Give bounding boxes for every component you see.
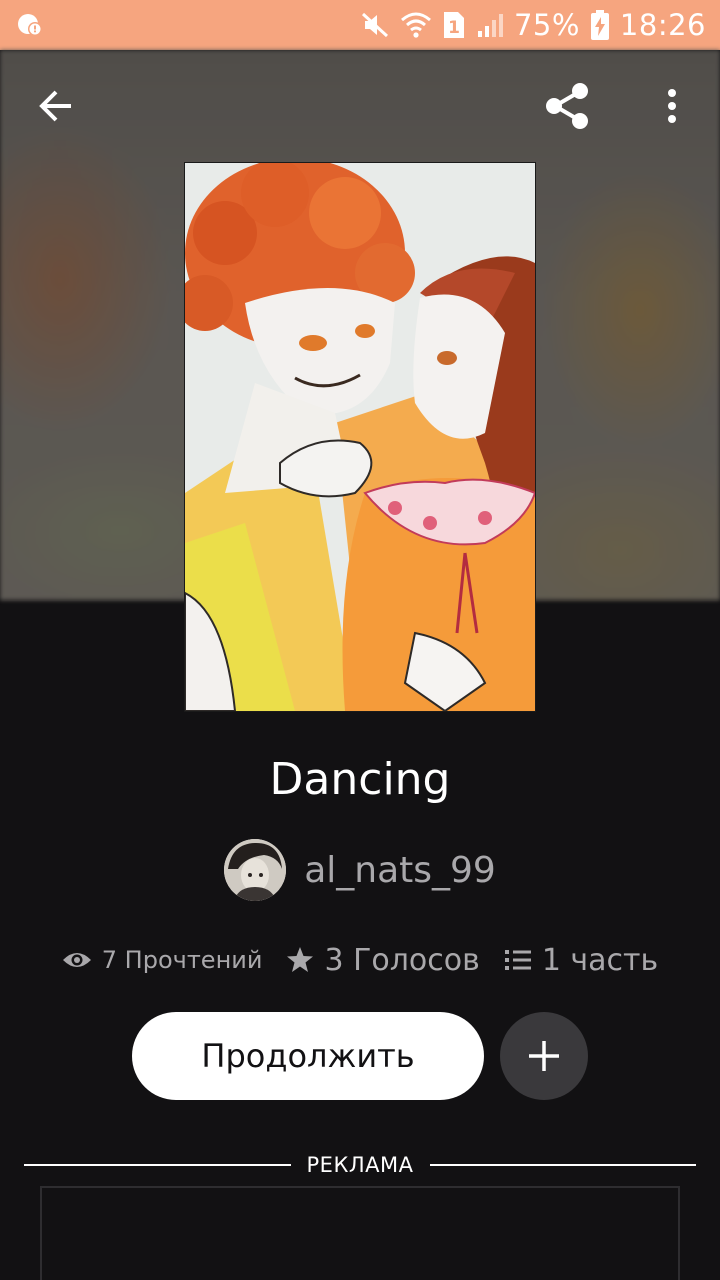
wifi-icon	[400, 10, 432, 40]
votes-count: 3 Голосов	[324, 942, 480, 978]
status-bar: 1 75% 18:26	[0, 0, 720, 50]
continue-reading-button[interactable]: Продолжить	[132, 1012, 484, 1100]
plus-icon	[529, 1041, 559, 1071]
back-button[interactable]	[26, 76, 86, 136]
more-options-button[interactable]	[642, 76, 702, 136]
ad-label: РЕКЛАМА	[306, 1153, 414, 1177]
more-vertical-icon	[668, 89, 676, 123]
list-icon	[504, 950, 531, 970]
divider-line-right	[429, 1164, 697, 1166]
reads-stat: 7 Прочтений	[62, 946, 263, 974]
star-icon	[287, 947, 314, 972]
author-row[interactable]: al_nats_99	[0, 838, 720, 902]
ad-container[interactable]	[40, 1186, 680, 1280]
divider-line-left	[24, 1164, 291, 1166]
svg-text:1: 1	[448, 18, 460, 38]
votes-stat: 3 Голосов	[286, 942, 480, 978]
clock: 18:26	[619, 8, 706, 42]
notification-icon	[16, 11, 44, 39]
battery-percent: 75%	[513, 8, 580, 42]
battery-charging-icon	[590, 9, 610, 41]
status-icons: 1 75% 18:26	[360, 0, 706, 50]
add-to-library-button[interactable]	[500, 1012, 588, 1100]
sim-icon: 1	[442, 10, 466, 40]
ad-divider: РЕКЛАМА	[24, 1148, 697, 1182]
reads-count: 7 Прочтений	[101, 946, 263, 974]
story-cover-image[interactable]	[184, 162, 536, 712]
mute-icon	[360, 10, 390, 40]
share-icon	[546, 83, 588, 129]
story-stats: 7 Прочтений 3 Голосов 1 часть	[0, 932, 720, 988]
story-title: Dancing	[269, 754, 451, 805]
signal-icon	[476, 11, 504, 39]
arrow-left-icon	[39, 90, 71, 122]
author-avatar[interactable]	[224, 839, 287, 901]
eye-icon	[62, 953, 91, 967]
author-name[interactable]: al_nats_99	[304, 850, 496, 891]
parts-stat: 1 часть	[504, 943, 658, 978]
share-button[interactable]	[537, 76, 597, 136]
story-details-screen: 1 75% 18:26 Dancing al_nats_99 7 Прочтен…	[0, 0, 720, 1280]
parts-count: 1 часть	[541, 942, 659, 978]
